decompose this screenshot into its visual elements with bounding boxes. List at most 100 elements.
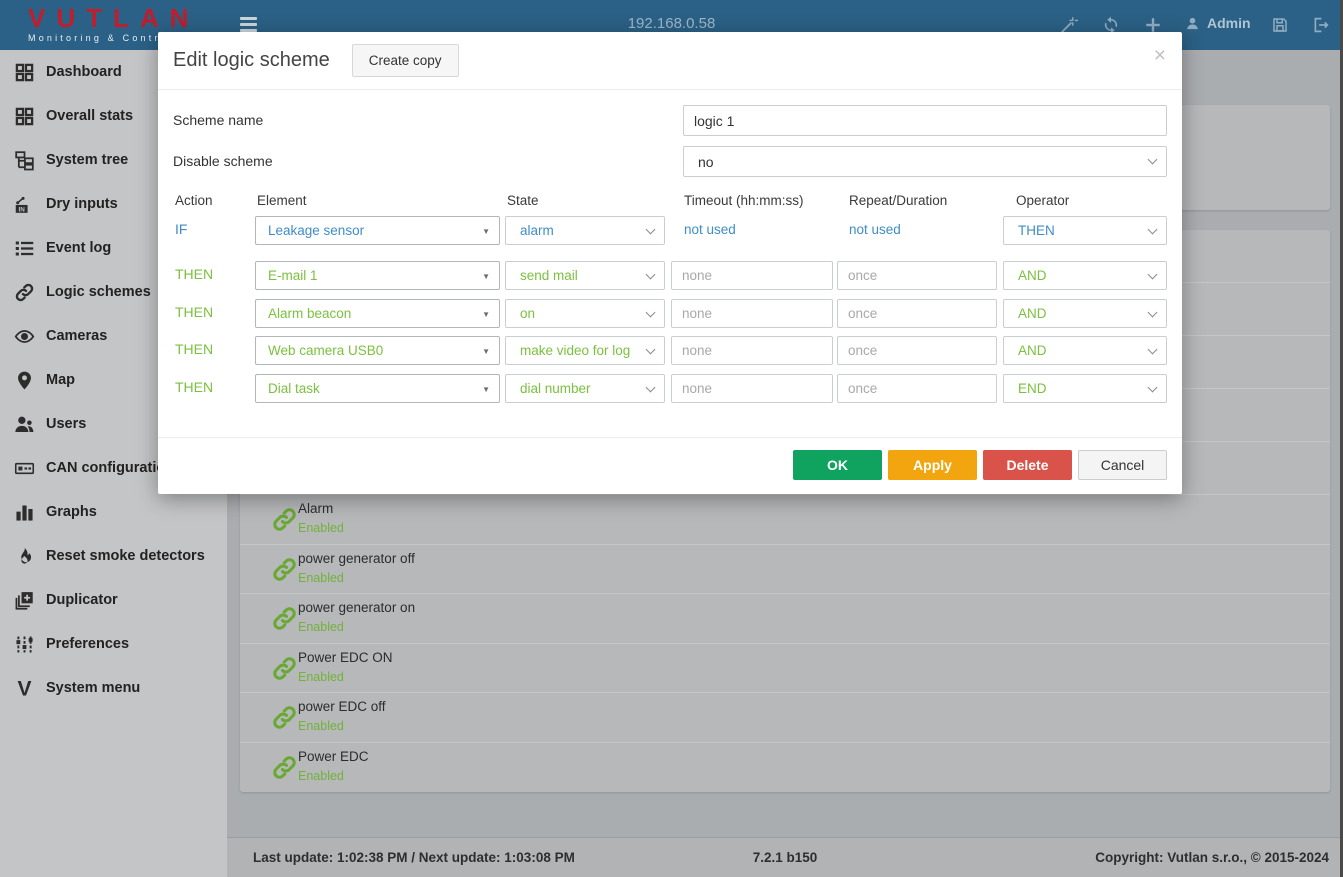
dialog-title: Edit logic scheme xyxy=(173,49,330,72)
dialog-footer-divider xyxy=(158,437,1182,438)
state-select[interactable]: make video for log xyxy=(505,336,665,365)
dropdown-arrow-icon: ▼ xyxy=(482,310,490,319)
timeout-input[interactable] xyxy=(671,299,833,328)
scheme-name: Alarm xyxy=(298,501,333,516)
repeat-input[interactable] xyxy=(837,261,997,290)
repeat-input[interactable] xyxy=(837,374,997,403)
scheme-status: Enabled xyxy=(298,670,344,684)
ok-button[interactable]: OK xyxy=(793,450,882,480)
dropdown-arrow-icon: ▼ xyxy=(482,272,490,281)
action-label: THEN xyxy=(175,341,213,357)
tree-icon xyxy=(14,150,35,171)
scheme-status: Enabled xyxy=(298,571,344,585)
list-item-power-edc[interactable]: Power EDCEnabled xyxy=(240,743,1330,792)
timeout-value: not used xyxy=(684,222,736,237)
element-dropdown[interactable]: Leakage sensor ▼ xyxy=(255,216,500,245)
create-copy-button[interactable]: Create copy xyxy=(352,44,459,77)
grid-icon xyxy=(14,106,35,127)
scheme-name: power generator on xyxy=(298,600,415,615)
column-header-action: Action xyxy=(175,193,213,208)
sidebar-item-label: Logic schemes xyxy=(46,284,151,300)
scheme-name: Power EDC ON xyxy=(298,650,393,665)
list-item-power-generator-off[interactable]: power generator offEnabled xyxy=(240,545,1330,595)
list-item-power-generator-on[interactable]: power generator on Enabled xyxy=(240,594,1330,644)
repeat-input[interactable] xyxy=(837,299,997,328)
user-name: Admin xyxy=(1207,15,1251,31)
scheme-status: Enabled xyxy=(298,719,344,733)
link-icon xyxy=(271,556,298,583)
list-item-power-edc-on[interactable]: Power EDC ON Enabled xyxy=(240,644,1330,694)
element-dropdown[interactable]: Alarm beacon ▼ xyxy=(255,299,500,328)
dialog-buttons: OK Apply Delete Cancel xyxy=(793,450,1167,480)
sidebar-item-graphs[interactable]: Graphs xyxy=(0,490,227,534)
disable-scheme-label: Disable scheme xyxy=(173,146,273,177)
operator-select[interactable]: AND xyxy=(1003,299,1167,328)
link-icon xyxy=(14,282,35,303)
list-item-alarm[interactable]: Alarm Enabled xyxy=(240,495,1330,545)
sidebar-item-label: Graphs xyxy=(46,504,97,520)
action-label: THEN xyxy=(175,304,213,320)
scheme-name: power EDC off xyxy=(298,699,386,714)
scheme-status: Enabled xyxy=(298,521,344,535)
repeat-input[interactable] xyxy=(837,336,997,365)
map-pin-icon xyxy=(14,370,35,391)
disable-scheme-select[interactable]: no xyxy=(683,146,1167,177)
delete-button[interactable]: Delete xyxy=(983,450,1072,480)
timeout-input[interactable] xyxy=(671,374,833,403)
duplicator-icon xyxy=(14,590,35,611)
sidebar-item-duplicator[interactable]: Duplicator xyxy=(0,578,227,622)
column-header-repeat: Repeat/Duration xyxy=(849,193,947,208)
element-dropdown[interactable]: Web camera USB0 ▼ xyxy=(255,336,500,365)
scheme-name-input[interactable] xyxy=(683,105,1167,136)
sidebar-item-label: Event log xyxy=(46,240,111,256)
scheme-status: Enabled xyxy=(298,620,344,634)
link-icon xyxy=(271,506,298,533)
logic-row-then: THEN Dial task ▼ dial number END xyxy=(158,374,1182,403)
list-item-power-edc-off[interactable]: power EDC off Enabled xyxy=(240,693,1330,743)
operator-select[interactable]: AND xyxy=(1003,261,1167,290)
action-label: THEN xyxy=(175,266,213,282)
svg-text:IN: IN xyxy=(18,206,25,213)
cancel-button[interactable]: Cancel xyxy=(1078,450,1167,480)
sidebar-item-label: Reset smoke detectors xyxy=(46,548,205,564)
event-log-icon xyxy=(14,238,35,259)
user-menu[interactable]: Admin xyxy=(1185,15,1251,31)
column-header-timeout: Timeout (hh:mm:ss) xyxy=(684,193,804,208)
state-select[interactable]: alarm xyxy=(505,216,665,245)
device-ip-address: 192.168.0.58 xyxy=(0,15,1343,32)
link-icon xyxy=(271,655,298,682)
action-label: THEN xyxy=(175,379,213,395)
logout-icon[interactable] xyxy=(1312,16,1330,34)
logic-row-if: IF Leakage sensor ▼ alarm not used not u… xyxy=(158,216,1182,245)
scheme-status: Enabled xyxy=(298,769,344,783)
element-dropdown[interactable]: E-mail 1 ▼ xyxy=(255,261,500,290)
state-select[interactable]: on xyxy=(505,299,665,328)
element-dropdown[interactable]: Dial task ▼ xyxy=(255,374,500,403)
repeat-value: not used xyxy=(849,222,901,237)
operator-select[interactable]: THEN xyxy=(1003,216,1167,245)
footer-copyright: Copyright: Vutlan s.r.o., © 2015-2024 xyxy=(1095,850,1329,865)
sliders-icon xyxy=(14,634,35,655)
sidebar-item-preferences[interactable]: Preferences xyxy=(0,622,227,666)
eye-icon xyxy=(14,326,35,347)
sidebar-item-reset-smoke-detectors[interactable]: Reset smoke detectors xyxy=(0,534,227,578)
operator-select[interactable]: END xyxy=(1003,374,1167,403)
state-select[interactable]: send mail xyxy=(505,261,665,290)
v-logo-icon: V xyxy=(14,678,35,699)
operator-select[interactable]: AND xyxy=(1003,336,1167,365)
sidebar-item-label: CAN configuration xyxy=(46,460,174,476)
dropdown-arrow-icon: ▼ xyxy=(482,227,490,236)
timeout-input[interactable] xyxy=(671,261,833,290)
save-icon[interactable] xyxy=(1271,16,1289,34)
state-select[interactable]: dial number xyxy=(505,374,665,403)
link-icon xyxy=(271,704,298,731)
sidebar-item-system-menu[interactable]: VSystem menu xyxy=(0,666,227,710)
apply-button[interactable]: Apply xyxy=(888,450,977,480)
close-icon[interactable]: × xyxy=(1154,45,1166,66)
sidebar-item-label: Cameras xyxy=(46,328,107,344)
timeout-input[interactable] xyxy=(671,336,833,365)
column-header-state: State xyxy=(507,193,539,208)
flame-icon xyxy=(14,546,35,567)
column-header-element: Element xyxy=(257,193,307,208)
user-icon xyxy=(1185,16,1200,31)
